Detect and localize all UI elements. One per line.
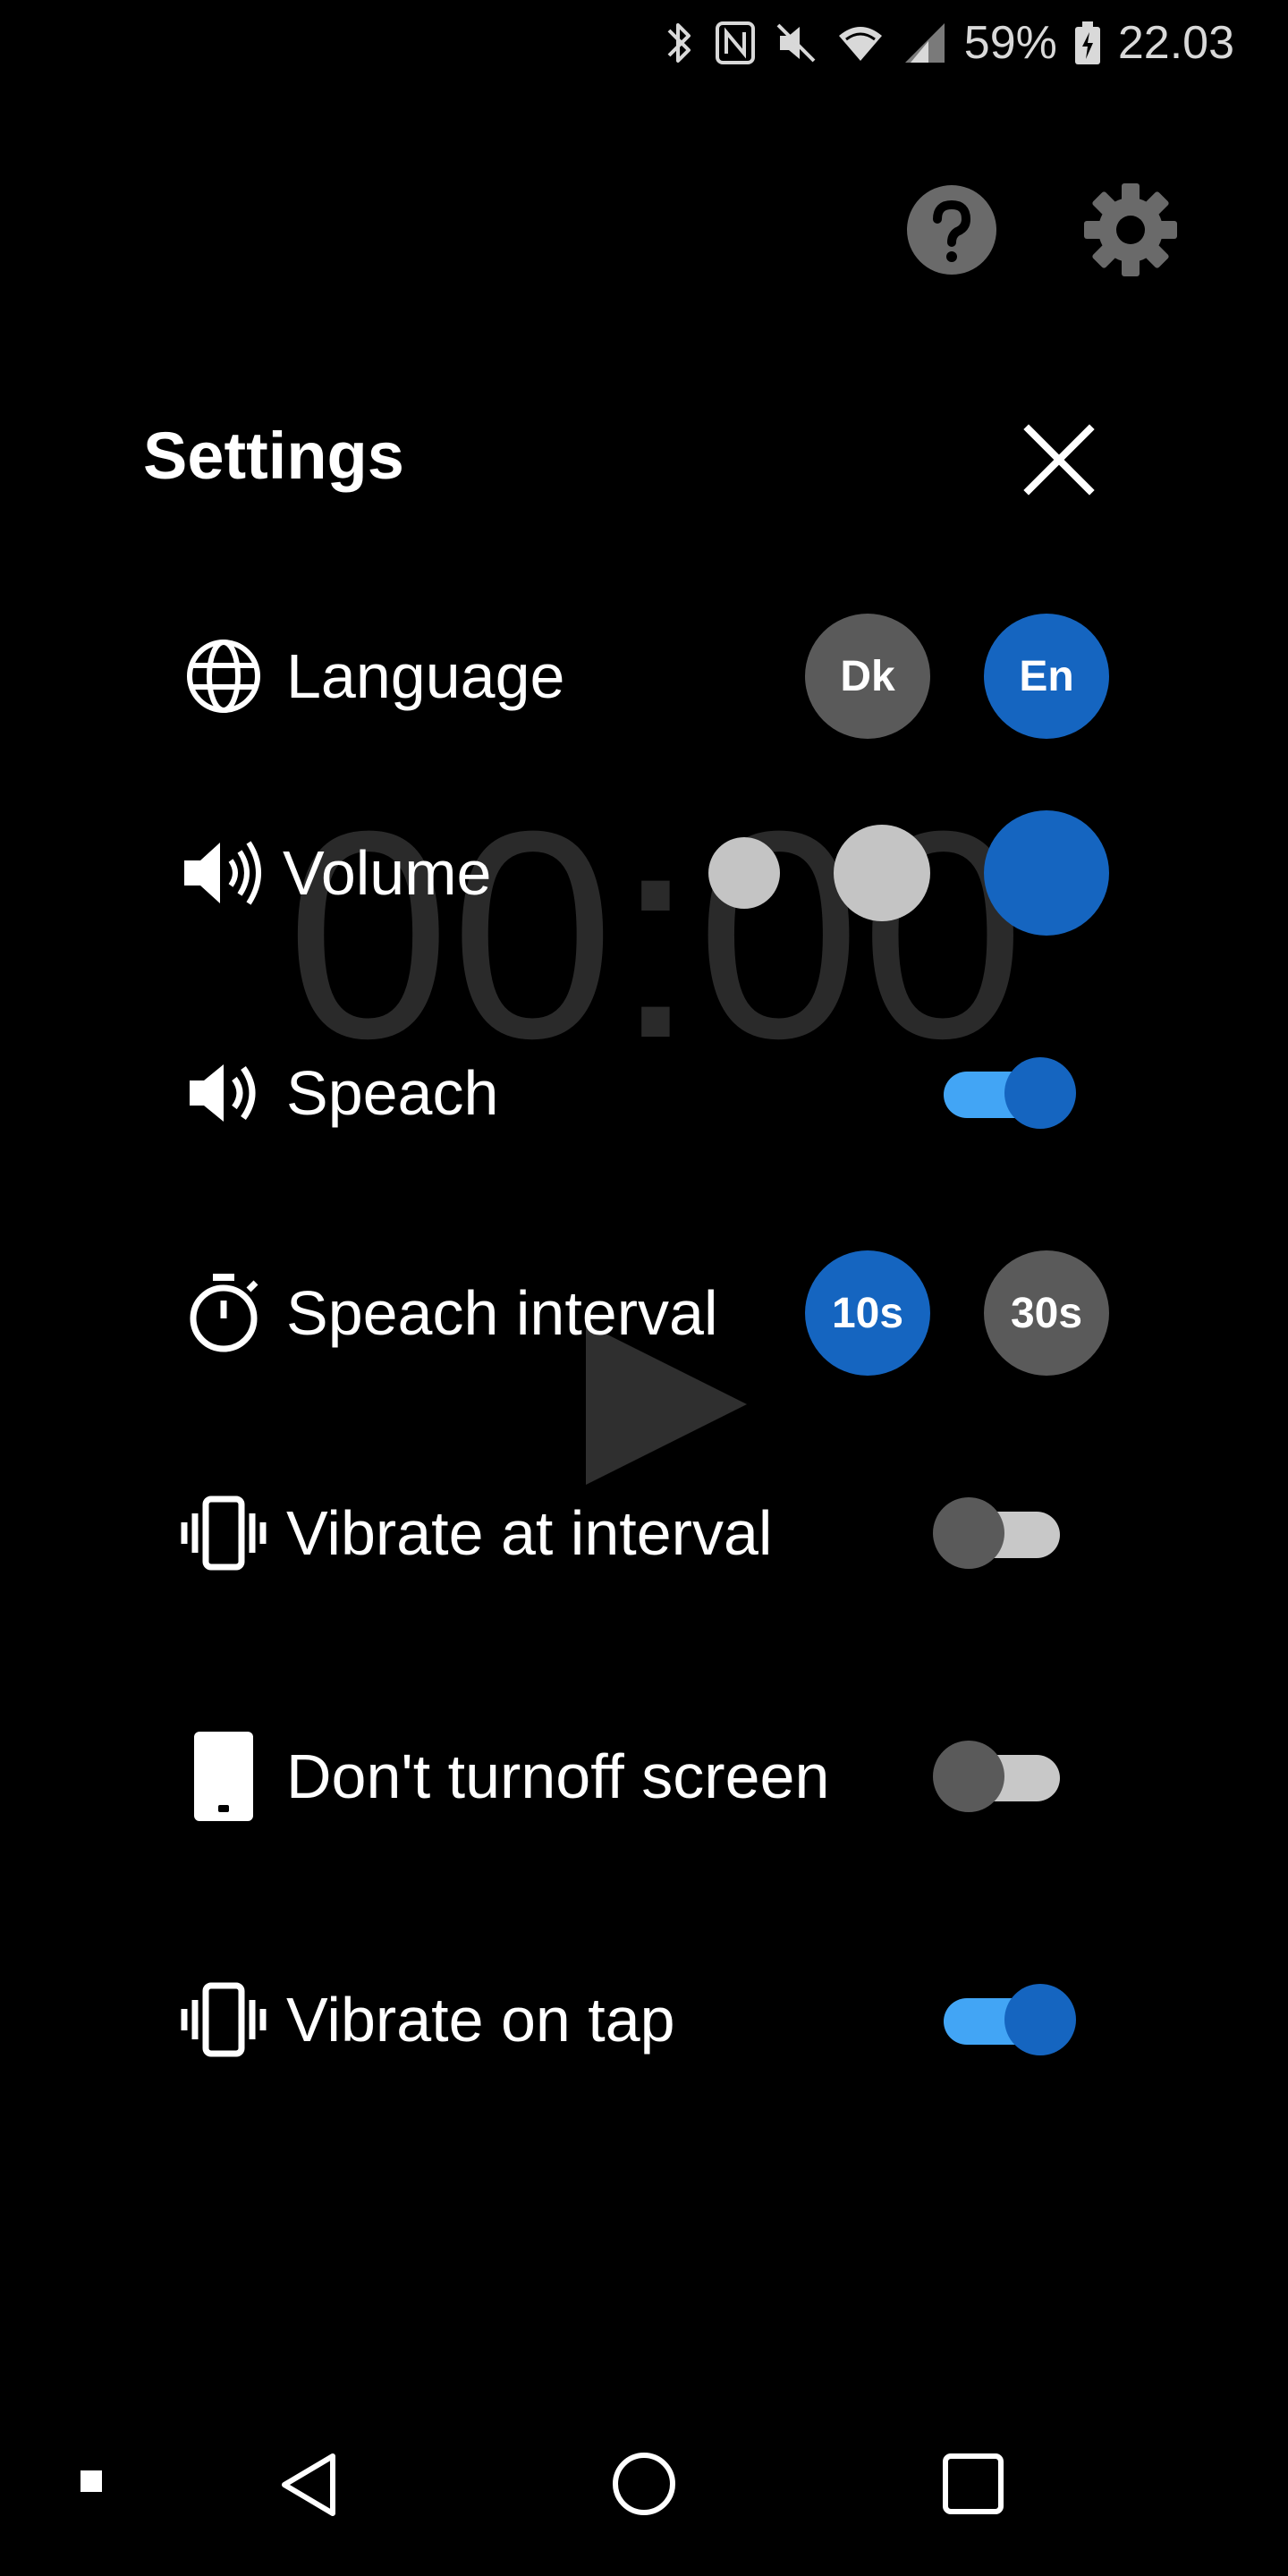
home-button[interactable] xyxy=(611,2451,677,2521)
signal-icon xyxy=(902,18,948,68)
vibrate-interval-label: Vibrate at interval xyxy=(286,1498,773,1568)
volume-label: Volume xyxy=(283,838,492,908)
volume-level-3[interactable] xyxy=(984,810,1109,936)
interval-option-30s[interactable]: 30s xyxy=(984,1250,1109,1376)
vibrate-icon xyxy=(179,1975,268,2064)
vibrate-tap-toggle[interactable] xyxy=(944,1984,1078,2055)
wifi-icon xyxy=(835,18,886,68)
navigation-bar xyxy=(0,2415,1288,2558)
recents-icon xyxy=(943,2453,1004,2514)
home-icon xyxy=(613,2453,675,2515)
language-label: Language xyxy=(286,641,565,711)
recents-button[interactable] xyxy=(942,2453,1004,2520)
volume-level-1[interactable] xyxy=(708,837,780,909)
toggle-thumb xyxy=(1004,1984,1076,2055)
vibrate-icon xyxy=(179,1488,268,1578)
status-bar: 59% 22.03 xyxy=(0,0,1288,86)
language-option-en[interactable]: En xyxy=(984,614,1109,739)
volume-icon xyxy=(179,828,268,918)
vibrate-interval-toggle[interactable] xyxy=(933,1497,1067,1569)
timer-icon xyxy=(179,1268,268,1358)
settings-button[interactable] xyxy=(1084,183,1177,276)
toggle-thumb xyxy=(933,1497,1004,1569)
status-icons: 59% 22.03 xyxy=(662,16,1234,70)
clock: 22.03 xyxy=(1117,17,1234,69)
battery-percent: 59% xyxy=(963,17,1057,69)
settings-title: Settings xyxy=(143,419,404,493)
language-option-dk[interactable]: Dk xyxy=(805,614,930,739)
nfc-icon xyxy=(714,18,757,68)
phone-icon xyxy=(179,1732,268,1821)
screen-on-toggle[interactable] xyxy=(933,1741,1067,1812)
vibrate-tap-label: Vibrate on tap xyxy=(286,1985,675,2055)
back-icon xyxy=(282,2453,335,2516)
back-button[interactable] xyxy=(277,2451,340,2523)
close-icon xyxy=(1023,424,1095,496)
bluetooth-icon xyxy=(662,18,698,68)
toggle-thumb xyxy=(1004,1057,1076,1129)
help-circle-icon xyxy=(907,185,996,275)
toggle-thumb xyxy=(933,1741,1004,1812)
mute-icon xyxy=(773,18,819,68)
interval-option-10s[interactable]: 10s xyxy=(805,1250,930,1376)
volume-level-2[interactable] xyxy=(834,825,930,921)
close-button[interactable] xyxy=(1020,420,1098,499)
screen-on-label: Don't turnoff screen xyxy=(286,1741,830,1811)
speach-label: Speach xyxy=(286,1058,499,1128)
speaker-icon xyxy=(179,1048,268,1138)
speach-interval-label: Speach interval xyxy=(286,1278,718,1348)
speach-toggle[interactable] xyxy=(944,1057,1078,1129)
globe-icon xyxy=(179,631,268,721)
help-button[interactable] xyxy=(905,183,998,276)
gear-icon xyxy=(1084,183,1177,276)
battery-icon xyxy=(1073,18,1102,68)
dot-icon[interactable] xyxy=(80,2470,102,2492)
